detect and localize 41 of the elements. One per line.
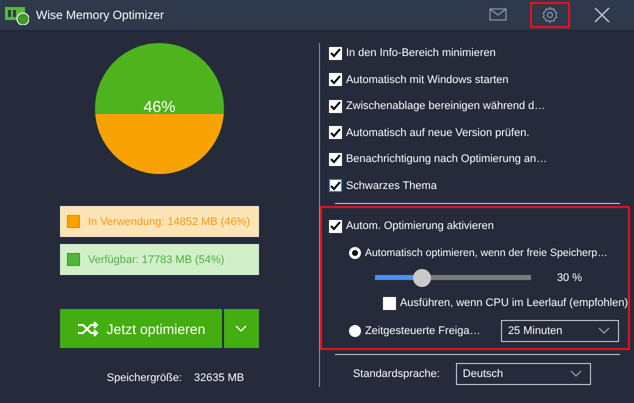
option-label: Benachrichtigung nach Optimierung an…	[346, 153, 548, 166]
option-label: In den Info-Bereich minimieren	[346, 47, 496, 60]
legend-swatch-icon	[66, 253, 80, 266]
language-dropdown[interactable]: Deutsch	[456, 362, 591, 384]
chevron-down-icon	[598, 326, 610, 334]
check-icon	[330, 74, 341, 85]
chevron-down-icon	[570, 370, 582, 378]
option-label: Automatisch auf neue Version prüfen.	[346, 126, 530, 139]
option-label: Automatisch optimieren, wenn der freie Speicherp…	[364, 246, 608, 259]
check-icon	[330, 154, 341, 164]
memory-size-value: 32635 MB	[194, 372, 244, 384]
language-label: Standardsprache:	[352, 368, 440, 380]
memory-chip-logo-icon	[5, 5, 29, 25]
legend-label: In Verwendung: 14852 MB (46%)	[88, 216, 250, 228]
check-icon	[330, 221, 341, 232]
radio-button[interactable]	[348, 324, 361, 336]
checkbox[interactable]	[328, 179, 342, 192]
check-icon	[330, 128, 341, 138]
close-icon	[593, 6, 611, 24]
chevron-down-icon	[235, 324, 248, 332]
option-label: Schwarzes Thema	[346, 180, 437, 192]
legend-label: Verfügbar: 17783 MB (54%)	[88, 254, 224, 266]
option-label: Zwischenablage bereinigen während d…	[346, 100, 546, 112]
slider-value: 30 %	[556, 272, 582, 284]
option-label: Automatisch mit Windows starten	[346, 74, 509, 86]
option-label: Ausführen, wenn CPU im Leerlauf (empfohlen)	[400, 297, 628, 310]
radio-button[interactable]	[348, 246, 361, 259]
slider-thumb[interactable]	[412, 269, 431, 287]
settings-icon	[541, 6, 559, 24]
interval-dropdown[interactable]: 25 Minuten	[500, 320, 619, 342]
check-icon	[330, 101, 341, 112]
usage-percent: 46%	[143, 99, 176, 117]
window-title: Wise Memory Optimizer	[36, 8, 164, 22]
option-label: Zeitgesteuerte Freiga…	[364, 324, 482, 336]
option-label: Autom. Optimierung aktivieren	[346, 220, 494, 232]
memory-size-label: Speichergröße:	[106, 372, 182, 384]
check-icon	[330, 180, 341, 191]
settings-button[interactable]	[530, 2, 570, 28]
legend-swatch-icon	[66, 215, 80, 228]
check-icon	[330, 48, 341, 58]
shuffle-icon	[76, 320, 99, 336]
